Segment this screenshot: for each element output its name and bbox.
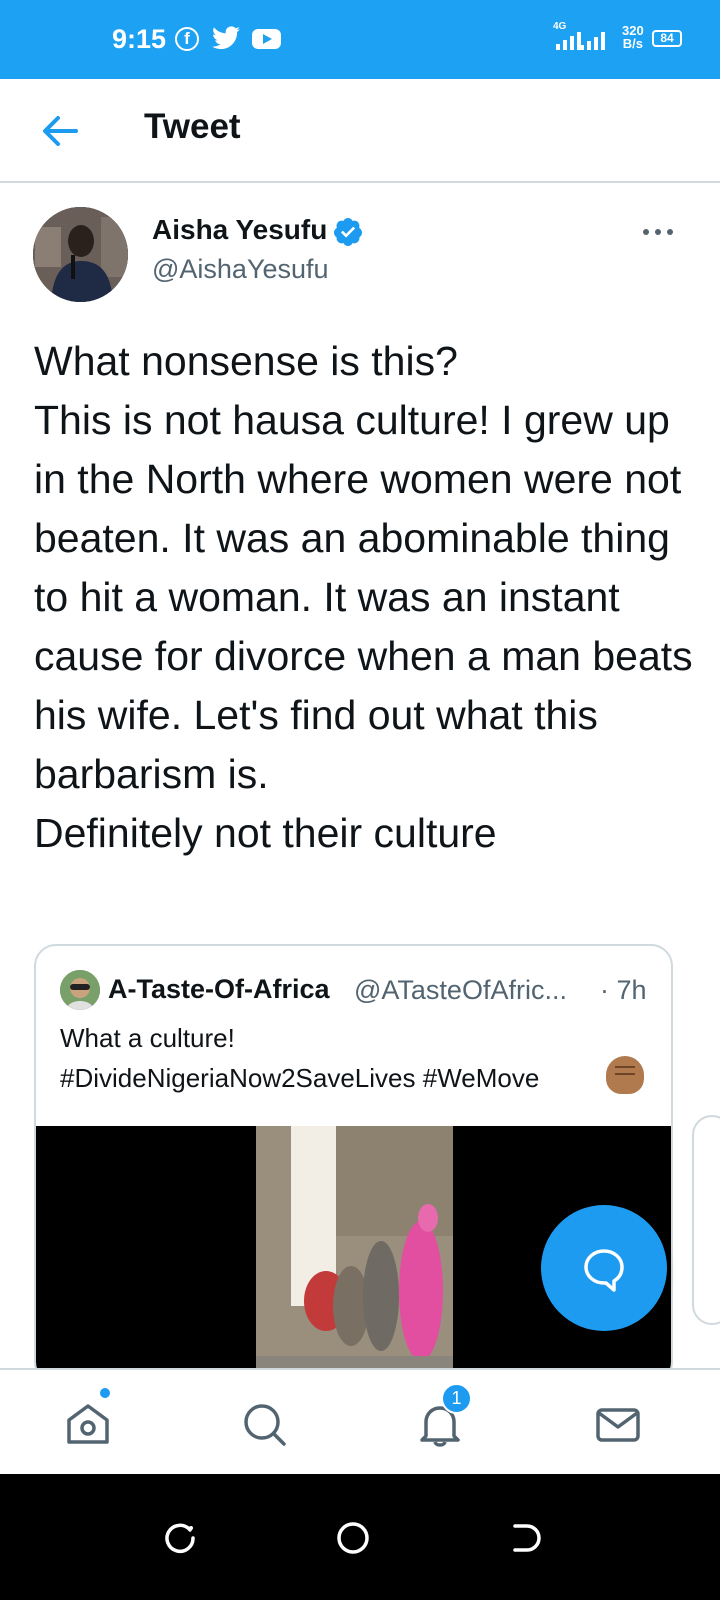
network-speed: 320 B/s (622, 24, 644, 50)
home-icon (67, 1404, 109, 1444)
network-type: 4G (553, 21, 567, 32)
facebook-icon: f (175, 27, 199, 51)
back-system-icon (513, 1524, 541, 1552)
home-system-button[interactable] (333, 1518, 373, 1558)
avatar[interactable] (33, 207, 128, 302)
youtube-icon (252, 29, 281, 49)
video-frame (256, 1126, 453, 1382)
recents-button[interactable] (160, 1518, 200, 1558)
quote-timestamp: · 7h (600, 975, 647, 1005)
reply-fab-button[interactable] (541, 1205, 667, 1331)
status-time: 9:15 (112, 24, 167, 54)
reply-bubble-icon (584, 1249, 624, 1292)
battery-icon: 84 (652, 30, 682, 47)
recents-icon (165, 1523, 195, 1554)
system-nav-bar (0, 1474, 720, 1600)
arrow-left-icon (43, 116, 78, 146)
messages-icon (596, 1408, 640, 1442)
back-button[interactable] (36, 109, 84, 153)
author-handle[interactable]: @AishaYesufu (152, 254, 329, 285)
page-title: Tweet (144, 107, 241, 146)
verified-badge-icon (333, 218, 362, 246)
search-icon (244, 1404, 286, 1446)
nav-home[interactable] (62, 1398, 114, 1450)
raised-fist-emoji-icon (606, 1056, 644, 1094)
app-header: Tweet (0, 79, 720, 183)
nav-messages[interactable] (592, 1398, 644, 1450)
avatar-photo (33, 207, 128, 302)
author-name[interactable]: Aisha Yesufu (152, 214, 327, 246)
quote-avatar (60, 970, 100, 1010)
more-options-icon[interactable] (638, 222, 678, 242)
quote-author-handle: @ATasteOfAfric... (354, 975, 567, 1005)
status-bar: 9:15 f 4G 320 B/s 84 (0, 0, 720, 79)
notification-count-badge: 1 (441, 1383, 472, 1414)
signal-icon-2 (580, 32, 605, 50)
signal-icon (556, 32, 581, 50)
home-circle-icon (337, 1522, 369, 1554)
back-system-button[interactable] (505, 1518, 545, 1558)
next-card-edge (692, 1115, 720, 1325)
network-speed-unit: B/s (622, 36, 643, 51)
bottom-nav: 1 (0, 1368, 720, 1474)
quote-text: What a culture! #DivideNigeriaNow2SaveLi… (60, 1023, 540, 1093)
twitter-icon (212, 26, 240, 50)
tweet-text: What nonsense is this? This is not hausa… (34, 338, 693, 856)
nav-search[interactable] (238, 1398, 290, 1450)
home-unread-dot (99, 1387, 111, 1399)
quote-author-name: A-Taste-Of-Africa (108, 974, 330, 1004)
